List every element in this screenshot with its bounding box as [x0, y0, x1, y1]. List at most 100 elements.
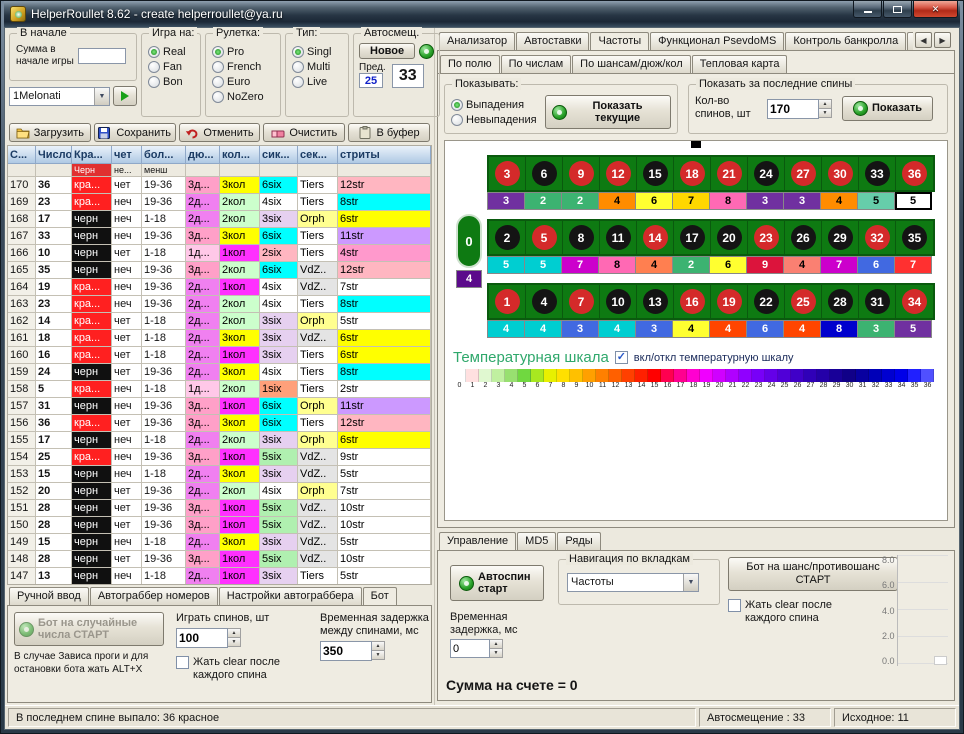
table-row[interactable]: 15517черннеч1-182д...2кол3sixOrph6str	[8, 432, 431, 449]
close-button[interactable]: ✕	[913, 1, 958, 18]
main-tab-2[interactable]: Частоты	[590, 32, 649, 50]
table-row[interactable]: 15315черннеч1-182д...3кол3sixVdZ..5str	[8, 466, 431, 483]
table-row[interactable]: 16016кра...чет1-182д...1кол3sixTiers6str	[8, 347, 431, 364]
column-header[interactable]: чет	[112, 146, 142, 164]
roulette-option-0[interactable]: Pro	[212, 44, 274, 59]
bot-tab-0[interactable]: Ручной ввод	[9, 587, 89, 605]
bot-tab-2[interactable]: Настройки автограббера	[219, 587, 362, 605]
bot-clear-checkbox[interactable]	[176, 656, 189, 669]
column-header[interactable]: дю...	[186, 146, 220, 164]
tab-scroll-left-button[interactable]: ◀	[915, 32, 932, 48]
bot-tab-3[interactable]: Бот	[363, 587, 397, 605]
column-header[interactable]: С...	[8, 146, 36, 164]
freq-tab-0[interactable]: По полю	[440, 55, 500, 73]
board-handle[interactable]	[691, 141, 701, 148]
control-tab-1[interactable]: MD5	[517, 532, 556, 550]
table-row[interactable]: 15425кра...неч19-363д...1кол5sixVdZ..9st…	[8, 449, 431, 466]
tab-scroll-right-button[interactable]: ▶	[934, 32, 951, 48]
bot-tab-1[interactable]: Автограббер номеров	[90, 587, 218, 605]
table-row[interactable]: 15924чернчет19-362д...3кол4sixTiers8str	[8, 364, 431, 381]
spin-down-button[interactable]: ▼	[819, 108, 831, 117]
table-row[interactable]: 16817черннеч1-182д...2кол3sixOrph6str	[8, 211, 431, 228]
control-tab-2[interactable]: Ряды	[557, 532, 600, 550]
column-header[interactable]: Кра...	[72, 146, 112, 164]
table-row[interactable]: 15636кра...чет19-363д...3кол6sixTiers12s…	[8, 415, 431, 432]
table-row[interactable]: 15731черннеч19-363д...1кол6sixOrph11str	[8, 398, 431, 415]
toolbar-folder-open-button[interactable]: Загрузить	[9, 123, 91, 142]
column-header[interactable]: стриты	[338, 146, 431, 164]
table-row[interactable]: 16733черннеч19-363д...3кол6sixTiers11str	[8, 228, 431, 245]
spin-down-button[interactable]: ▼	[228, 637, 240, 646]
type-option-1[interactable]: Multi	[292, 59, 342, 74]
main-tab-3[interactable]: Функционал PsevdoMS	[650, 32, 784, 50]
chevron-down-icon[interactable]: ▼	[683, 574, 698, 591]
spin-down-button[interactable]: ▼	[372, 650, 384, 659]
titlebar[interactable]: HelperRoullet 8.62 - create helperroulle…	[4, 1, 960, 27]
autospin-start-button[interactable]: Автоспин старт	[450, 565, 544, 601]
show-option-0[interactable]: Выпадения	[451, 97, 539, 112]
table-row[interactable]: 15220чернчет19-362д...2кол4sixOrph7str	[8, 483, 431, 500]
roulette-option-1[interactable]: French	[212, 59, 274, 74]
temp-scale-checkbox[interactable]: ✓	[615, 351, 628, 364]
spin-up-button[interactable]: ▲	[372, 642, 384, 650]
show-option-1[interactable]: Невыпадения	[451, 112, 539, 127]
type-option-0[interactable]: Singl	[292, 44, 342, 59]
control-tab-0[interactable]: Управление	[439, 532, 516, 550]
show-current-button[interactable]: Показать текущие	[545, 95, 671, 129]
column-header[interactable]: бол...	[142, 146, 186, 164]
toolbar-save-button[interactable]: Сохранить	[94, 123, 176, 142]
spins-count-input[interactable]	[176, 628, 228, 648]
nav-combo[interactable]: Частоты ▼	[567, 573, 699, 592]
freq-tab-3[interactable]: Тепловая карта	[692, 55, 788, 73]
table-row[interactable]: 16214кра...чет1-182д...2кол3sixOrph5str	[8, 313, 431, 330]
roulette-option-2[interactable]: Euro	[212, 74, 274, 89]
control-clear-checkbox[interactable]	[728, 599, 741, 612]
spin-table[interactable]: С...ЧислоКра...четбол...дю...кол...сик..…	[7, 145, 432, 585]
table-row[interactable]: 14915черннеч1-182д...3кол3sixVdZ..5str	[8, 534, 431, 551]
column-header[interactable]: Число	[36, 146, 72, 164]
random-bot-start-button[interactable]: Бот на случайные числа СТАРТ	[14, 612, 164, 646]
game-option-0[interactable]: Real	[148, 44, 194, 59]
show-button[interactable]: Показать	[842, 96, 933, 121]
maximize-button[interactable]	[883, 1, 912, 18]
main-tab-1[interactable]: Автоставки	[516, 32, 589, 50]
freq-tab-2[interactable]: По шансам/дюж/кол	[572, 55, 691, 73]
roulette-option-3[interactable]: NoZero	[212, 89, 274, 104]
minimize-button[interactable]	[853, 1, 882, 18]
toolbar-eraser-button[interactable]: Очистить	[263, 123, 345, 142]
spin-down-button[interactable]: ▼	[490, 648, 502, 657]
toolbar-clipboard-button[interactable]: В буфер	[348, 123, 430, 142]
new-shift-button[interactable]: Новое	[359, 43, 415, 59]
start-sum-input[interactable]	[78, 48, 126, 64]
chevron-down-icon[interactable]: ▼	[94, 88, 109, 105]
main-tab-0[interactable]: Анализатор	[439, 32, 515, 50]
spin-delay-input[interactable]	[320, 641, 372, 661]
table-row[interactable]: 16535черннеч19-363д...2кол6sixVdZ..12str	[8, 262, 431, 279]
game-option-2[interactable]: Bon	[148, 74, 194, 89]
table-row[interactable]: 17036кра...чет19-363д...3кол6sixTiers12s…	[8, 177, 431, 194]
toolbar-undo-button[interactable]: Отменить	[179, 123, 261, 142]
table-row[interactable]: 1585кра...неч1-181д...2кол1sixTiers2str	[8, 381, 431, 398]
table-row[interactable]: 16419кра...неч19-362д...1кол4sixVdZ..7st…	[8, 279, 431, 296]
table-row[interactable]: 16118кра...чет1-182д...3кол3sixVdZ..6str	[8, 330, 431, 347]
column-header[interactable]: сик...	[260, 146, 298, 164]
table-row[interactable]: 15128чернчет19-363д...1кол5sixVdZ..10str	[8, 500, 431, 517]
main-tab-4[interactable]: Контроль банкролла	[785, 32, 906, 50]
spin-up-button[interactable]: ▲	[819, 100, 831, 108]
last-spins-input[interactable]	[767, 99, 819, 119]
column-header[interactable]: кол...	[220, 146, 260, 164]
table-row[interactable]: 14828чернчет19-363д...1кол5sixVdZ..10str	[8, 551, 431, 568]
spin-up-button[interactable]: ▲	[228, 629, 240, 637]
type-option-2[interactable]: Live	[292, 74, 342, 89]
spin-up-button[interactable]: ▲	[490, 640, 502, 648]
preset-combo[interactable]: 1Melonati ▼	[9, 87, 110, 106]
control-delay-input[interactable]	[450, 639, 490, 658]
table-row[interactable]: 14713черннеч1-182д...1кол3sixTiers5str	[8, 568, 431, 585]
table-row[interactable]: 16610чернчет1-181д...1кол2sixTiers4str	[8, 245, 431, 262]
column-header[interactable]: сек...	[298, 146, 338, 164]
game-option-1[interactable]: Fan	[148, 59, 194, 74]
table-row[interactable]: 16323кра...неч19-362д...2кол4sixTiers8st…	[8, 296, 431, 313]
table-row[interactable]: 16923кра...неч19-362д...2кол4sixTiers8st…	[8, 194, 431, 211]
freq-tab-1[interactable]: По числам	[501, 55, 572, 73]
chance-bot-start-button[interactable]: Бот на шанс/противошанс СТАРТ	[728, 557, 898, 591]
